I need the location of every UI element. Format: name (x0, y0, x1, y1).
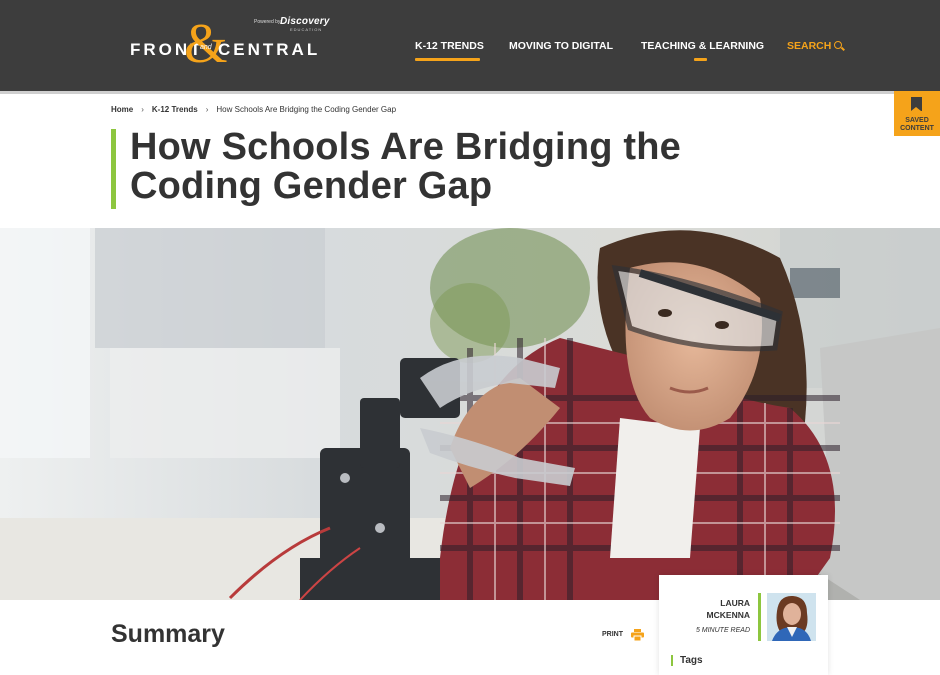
header-divider (0, 91, 940, 94)
breadcrumb-current: How Schools Are Bridging the Coding Gend… (216, 105, 397, 114)
breadcrumb: Home › K-12 Trends › How Schools Are Bridgin… (111, 105, 396, 114)
article-title-line2: Coding Gender Gap (130, 165, 493, 207)
author-photo (767, 593, 816, 641)
nav-hover-indicator (694, 58, 707, 61)
saved-content-button[interactable]: SAVED CONTENT (894, 91, 940, 136)
logo-central-text: CENTRAL (218, 40, 321, 59)
discovery-education-text: EDUCATION (290, 27, 323, 32)
hero-image (0, 228, 940, 600)
nav-search[interactable]: SEARCH (787, 40, 843, 54)
summary-heading: Summary (111, 620, 225, 648)
nav-moving-to-digital[interactable]: MOVING TO DIGITAL (509, 40, 613, 54)
author-card: LAURA MCKENNA 5 MINUTE READ Tags (659, 575, 828, 675)
bookmark-icon-notch (911, 107, 921, 111)
breadcrumb-k12-trends[interactable]: K-12 Trends (152, 105, 198, 114)
article-title-line1: How Schools Are Bridging the (130, 126, 681, 168)
tags-label: Tags (680, 655, 703, 666)
saved-label-line2: CONTENT (900, 125, 934, 132)
read-time: 5 MINUTE READ (695, 627, 750, 634)
author-accent-bar (758, 593, 761, 641)
author-last-name: MCKENNA (706, 610, 750, 620)
nav-teaching-learning[interactable]: TEACHING & LEARNING (641, 40, 764, 54)
breadcrumb-home[interactable]: Home (111, 105, 133, 114)
avatar[interactable] (767, 593, 816, 641)
print-button[interactable]: PRINT (602, 631, 623, 638)
site-header: FRONT & and CENTRAL Powered by Discovery… (0, 0, 940, 91)
hero-photo-girl-with-robot-arm (0, 228, 940, 600)
nav-active-indicator (415, 58, 480, 61)
article-title: How Schools Are Bridging the Coding Gend… (130, 128, 810, 206)
printer-icon[interactable] (631, 629, 644, 641)
search-icon (834, 41, 843, 49)
chevron-right-icon: › (141, 105, 144, 114)
saved-content-label: SAVED CONTENT (894, 117, 940, 133)
discovery-logo-text: Discovery (280, 16, 330, 27)
tags-accent-bar (671, 655, 673, 666)
title-accent-bar (111, 129, 116, 209)
saved-label-line1: SAVED (905, 117, 929, 124)
logo-and-text: and (200, 44, 212, 51)
chevron-right-icon: › (205, 105, 209, 114)
author-first-name: LAURA (720, 598, 750, 608)
author-name[interactable]: LAURA MCKENNA (707, 597, 750, 621)
nav-k12-trends[interactable]: K-12 TRENDS (415, 40, 484, 54)
front-and-central-logo[interactable]: FRONT & and CENTRAL Powered by Discovery… (130, 16, 330, 74)
nav-search-label: SEARCH (787, 40, 832, 52)
powered-by-text: Powered by (254, 19, 281, 25)
